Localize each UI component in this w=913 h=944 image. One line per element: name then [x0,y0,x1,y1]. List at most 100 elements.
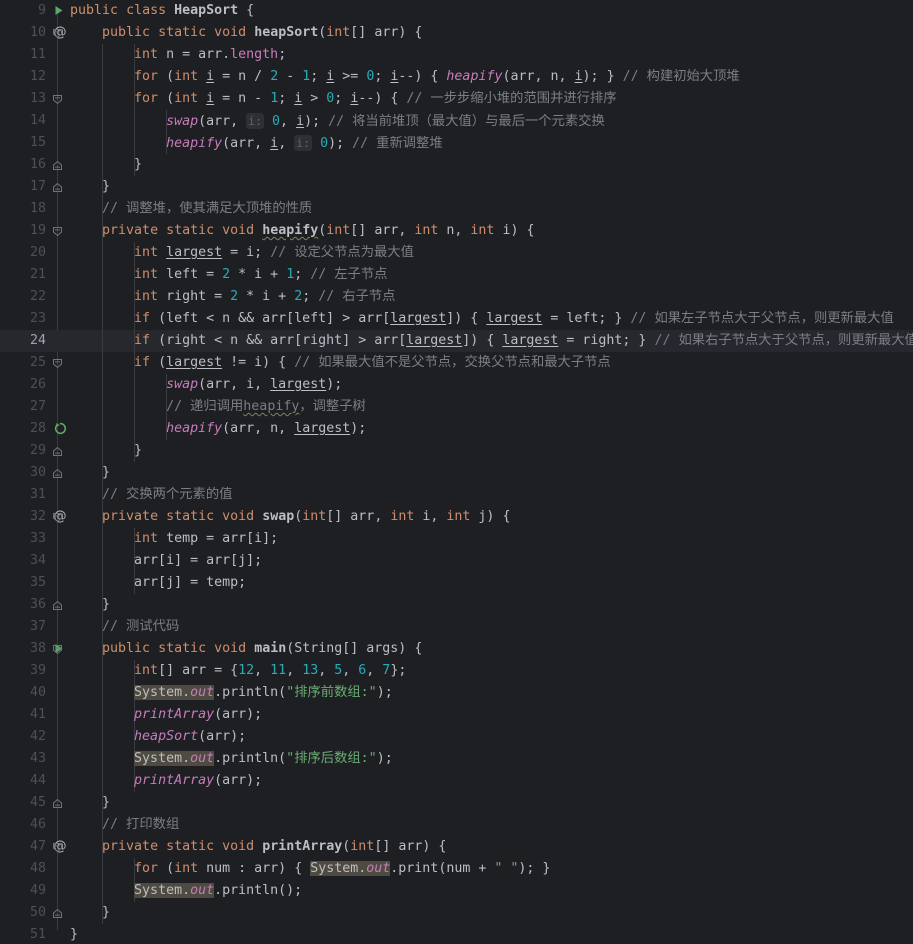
code-line[interactable]: 12 for (int i = n / 2 - 1; i >= 0; i--) … [0,66,913,88]
line-number: 20 [29,245,46,260]
code-text: heapify(arr, n, largest); [166,421,367,436]
code-line[interactable]: 25 if (largest != i) { // 如果最大值不是父节点，交换父… [0,352,913,374]
code-text: public static void main(String[] args) { [102,641,423,656]
code-text: swap(arr, i: 0, i); // 将当前堆顶（最大值）与最后一个元素… [166,113,605,129]
fold-open-icon[interactable] [50,642,65,657]
code-line[interactable]: 34 arr[i] = arr[j]; [0,550,913,572]
code-line[interactable]: 11 int n = arr.length; [0,44,913,66]
fold-close-icon[interactable] [50,906,65,921]
code-line[interactable]: 16 } [0,154,913,176]
fold-close-icon[interactable] [50,158,65,173]
code-line[interactable]: 20 int largest = i; // 设定父节点为最大值 [0,242,913,264]
code-text: if (largest != i) { // 如果最大值不是父节点，交换父节点和… [134,355,611,370]
code-line[interactable]: 13 for (int i = n - 1; i > 0; i--) { // … [0,88,913,110]
code-text: // 交换两个元素的值 [102,487,233,502]
code-text: } [70,795,111,810]
code-text: // 打印数组 [102,817,180,832]
code-text: printArray(arr); [134,707,263,722]
code-line[interactable]: 32 @ private static void swap(int[] arr, … [0,506,913,528]
code-line[interactable]: 10 @ public static void heapSort(int[] ar… [0,22,913,44]
fold-open-icon[interactable] [50,356,65,371]
line-number: 18 [29,201,46,216]
line-number: 38 [29,641,46,656]
code-text: int[] arr = {12, 11, 13, 5, 6, 7}; [134,663,407,678]
code-text: } [70,905,111,920]
code-text: for (int i = n / 2 - 1; i >= 0; i--) { h… [134,69,740,84]
code-line[interactable]: 51} [0,924,913,944]
line-number: 17 [29,179,46,194]
line-number: 11 [29,47,46,62]
fold-close-icon[interactable] [50,598,65,613]
code-text: } [70,927,79,942]
code-line[interactable]: 19 private static void heapify(int[] arr… [0,220,913,242]
code-line[interactable]: 15 heapify(arr, i, i: 0); // 重新调整堆 [0,132,913,154]
line-number: 23 [29,311,46,326]
fold-open-icon[interactable] [50,510,65,525]
line-number: 13 [29,91,46,106]
code-line[interactable]: 38 public static void main(String[] args… [0,638,913,660]
line-number: 36 [29,597,46,612]
code-line[interactable]: 18 // 调整堆，使其满足大顶堆的性质 [0,198,913,220]
code-line[interactable]: 45 } [0,792,913,814]
code-text: heapify(arr, i, i: 0); // 重新调整堆 [166,135,443,151]
line-number: 28 [29,421,46,436]
line-number: 33 [29,531,46,546]
code-line[interactable]: 24 if (right < n && arr[right] > arr[lar… [0,330,913,352]
fold-close-icon[interactable] [50,444,65,459]
code-line[interactable]: 49 System.out.println(); [0,880,913,902]
code-editor[interactable]: 9 public class HeapSort {10 @ public stati… [0,0,913,944]
code-text: if (left < n && arr[left] > arr[largest]… [134,311,894,326]
code-line[interactable]: 22 int right = 2 * i + 2; // 右子节点 [0,286,913,308]
code-line[interactable]: 50 } [0,902,913,924]
fold-close-icon[interactable] [50,180,65,195]
fold-open-icon[interactable] [50,840,65,855]
code-line[interactable]: 48 for (int num : arr) { System.out.prin… [0,858,913,880]
code-line[interactable]: 31 // 交换两个元素的值 [0,484,913,506]
line-number: 19 [29,223,46,238]
code-line[interactable]: 36 } [0,594,913,616]
line-number: 29 [29,443,46,458]
code-line[interactable]: 33 int temp = arr[i]; [0,528,913,550]
fold-close-icon[interactable] [50,796,65,811]
code-line[interactable]: 17 } [0,176,913,198]
code-text: swap(arr, i, largest); [166,377,343,392]
fold-open-icon[interactable] [50,26,65,41]
code-line[interactable]: 35 arr[j] = temp; [0,572,913,594]
code-text: private static void heapify(int[] arr, i… [102,223,535,238]
run-green-arrow-icon[interactable] [52,4,68,20]
code-line[interactable]: 47 @ private static void printArray(int[]… [0,836,913,858]
code-text: printArray(arr); [134,773,263,788]
code-line[interactable]: 27 // 递归调用heapify，调整子树 [0,396,913,418]
code-text: } [70,157,143,172]
code-line[interactable]: 26 swap(arr, i, largest); [0,374,913,396]
code-text: // 测试代码 [102,619,180,634]
code-line[interactable]: 14 swap(arr, i: 0, i); // 将当前堆顶（最大值）与最后一… [0,110,913,132]
code-line[interactable]: 43 System.out.println("排序后数组:"); [0,748,913,770]
line-number: 10 [29,25,46,40]
code-text: int largest = i; // 设定父节点为最大值 [134,245,414,260]
code-text: heapSort(arr); [134,729,247,744]
code-text: int right = 2 * i + 2; // 右子节点 [134,289,396,304]
line-number: 26 [29,377,46,392]
fold-open-icon[interactable] [50,224,65,239]
code-line[interactable]: 46 // 打印数组 [0,814,913,836]
code-line[interactable]: 39 int[] arr = {12, 11, 13, 5, 6, 7}; [0,660,913,682]
code-line[interactable]: 21 int left = 2 * i + 1; // 左子节点 [0,264,913,286]
fold-close-icon[interactable] [50,466,65,481]
code-line[interactable]: 23 if (left < n && arr[left] > arr[large… [0,308,913,330]
line-number: 39 [29,663,46,678]
code-line[interactable]: 28 heapify(arr, n, largest); [0,418,913,440]
code-line[interactable]: 37 // 测试代码 [0,616,913,638]
code-line[interactable]: 40 System.out.println("排序前数组:"); [0,682,913,704]
code-text: } [70,443,143,458]
code-line[interactable]: 42 heapSort(arr); [0,726,913,748]
line-number: 44 [29,773,46,788]
fold-open-icon[interactable] [50,92,65,107]
code-line[interactable]: 41 printArray(arr); [0,704,913,726]
code-line[interactable]: 9 public class HeapSort { [0,0,913,22]
code-line[interactable]: 29 } [0,440,913,462]
recursion-icon[interactable] [52,422,68,438]
code-text: int n = arr.length; [134,47,287,62]
code-line[interactable]: 30 } [0,462,913,484]
code-line[interactable]: 44 printArray(arr); [0,770,913,792]
